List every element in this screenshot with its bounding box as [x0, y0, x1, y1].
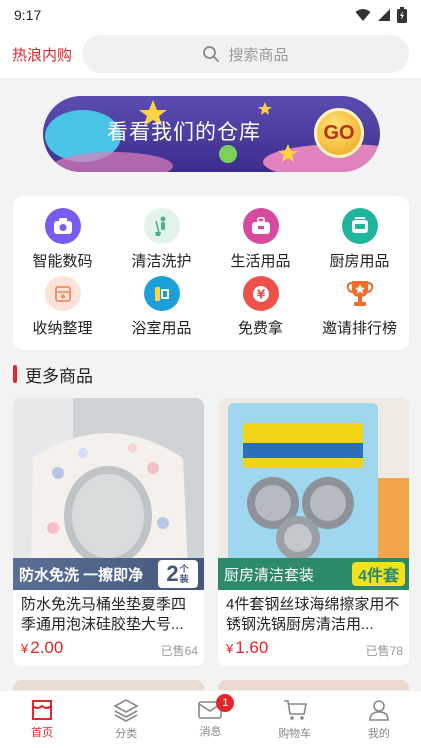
- category-label: 收纳整理: [32, 320, 93, 337]
- price-currency: ¥: [226, 641, 234, 656]
- section-accent-bar: [13, 365, 17, 383]
- tab-messages[interactable]: 1 消息: [168, 691, 252, 748]
- banner-title: 看看我们的仓库: [107, 121, 261, 144]
- status-icons: [355, 7, 407, 23]
- category-invite-ranking[interactable]: 邀请排行榜: [310, 276, 409, 338]
- promo-count-badge: 2 个装: [158, 560, 198, 588]
- search-bar[interactable]: 搜索商品: [82, 35, 409, 73]
- yen-coin-icon: ¥: [242, 276, 279, 311]
- bottom-tab-bar: 首页 分类 1 消息 购物车 我的: [0, 690, 421, 748]
- warehouse-banner[interactable]: 看看我们的仓库 GO: [43, 96, 380, 172]
- price-value: 2.00: [30, 638, 64, 657]
- product-sold-count: 已售64: [160, 644, 198, 658]
- product-promo-tag: 防水免洗 一擦即净 2 个装: [13, 558, 204, 590]
- signal-icon: [378, 9, 390, 21]
- category-daily-goods[interactable]: 生活用品: [211, 208, 310, 276]
- toolbox-icon: [242, 208, 279, 244]
- status-bar: 9:17: [0, 0, 421, 30]
- category-label: 邀请排行榜: [321, 320, 397, 337]
- user-icon: [369, 700, 389, 721]
- tab-cart[interactable]: 购物车: [253, 691, 337, 748]
- wifi-icon: [355, 9, 371, 21]
- product-title: 防水免洗马桶坐垫夏季四季通用泡沫硅胶垫大号...: [21, 596, 187, 633]
- cooker-icon: [341, 208, 378, 244]
- category-label: 智能数码: [32, 253, 93, 270]
- product-sold-count: 已售78: [365, 644, 403, 658]
- trophy-icon: [341, 276, 378, 311]
- category-grid: 智能数码 清洁洗护 生活用品 厨房用品 收纳整理 浴室用品 ¥ 免费拿 邀请排行…: [13, 196, 409, 350]
- search-icon: [203, 46, 220, 62]
- section-title: 更多商品: [25, 366, 93, 386]
- category-storage[interactable]: 收纳整理: [13, 276, 112, 338]
- banner-go-button[interactable]: GO: [314, 108, 364, 158]
- product-card[interactable]: 防水免洗 一擦即净 2 个装 防水免洗马桶坐垫夏季四季通用泡沫硅胶垫大号... …: [13, 398, 204, 666]
- tab-label: 购物车: [278, 728, 312, 740]
- promo-count-unit: 个装: [179, 564, 189, 584]
- tab-label: 首页: [31, 727, 54, 739]
- layers-icon: [113, 699, 139, 722]
- status-time: 9:17: [14, 7, 42, 23]
- battery-icon: [397, 7, 407, 23]
- tab-label: 分类: [115, 728, 138, 740]
- category-free[interactable]: ¥ 免费拿: [211, 276, 310, 338]
- price-value: 1.60: [235, 638, 269, 657]
- category-label: 浴室用品: [131, 320, 192, 337]
- category-bathroom[interactable]: 浴室用品: [112, 276, 211, 338]
- tab-category[interactable]: 分类: [84, 691, 168, 748]
- tab-label: 消息: [199, 726, 222, 738]
- product-promo-tag: 厨房清洁套装 4件套: [218, 558, 409, 590]
- tab-label: 我的: [367, 728, 390, 740]
- price-currency: ¥: [21, 641, 29, 656]
- category-smart-digital[interactable]: 智能数码: [13, 208, 112, 276]
- tab-profile[interactable]: 我的: [337, 691, 421, 748]
- promo-tag-text: 厨房清洁套装: [224, 566, 315, 584]
- brand-name: 热浪内购: [12, 46, 73, 64]
- svg-text:¥: ¥: [256, 287, 265, 301]
- promo-tag-text: 防水免洗 一擦即净: [19, 566, 144, 584]
- product-card[interactable]: 厨房清洁套装 4件套 4件套钢丝球海绵擦家用不锈钢洗锅厨房清洁用... ¥1.6…: [218, 398, 409, 666]
- broom-icon: [143, 208, 180, 244]
- search-placeholder: 搜索商品: [228, 46, 289, 64]
- tab-home[interactable]: 首页: [0, 691, 84, 748]
- category-label: 清洁洗护: [131, 253, 192, 270]
- product-price: ¥1.60: [226, 638, 268, 658]
- header: 热浪内购 搜索商品: [0, 30, 421, 78]
- camera-icon: [44, 208, 81, 244]
- category-label: 免费拿: [237, 320, 283, 337]
- category-label: 厨房用品: [329, 253, 390, 270]
- product-price: ¥2.00: [21, 638, 63, 658]
- message-count-badge: 1: [216, 694, 235, 712]
- category-label: 生活用品: [230, 253, 291, 270]
- storage-box-icon: [44, 276, 81, 311]
- promo-count-badge: 4件套: [352, 562, 405, 586]
- bath-icon: [143, 276, 180, 311]
- category-kitchen[interactable]: 厨房用品: [310, 208, 409, 276]
- home-icon: [32, 700, 53, 720]
- category-cleaning[interactable]: 清洁洗护: [112, 208, 211, 276]
- cart-icon: [283, 700, 307, 720]
- section-header: 更多商品: [13, 362, 93, 386]
- promo-count-number: 2: [166, 561, 179, 586]
- product-title: 4件套钢丝球海绵擦家用不锈钢洗锅厨房清洁用...: [226, 596, 400, 633]
